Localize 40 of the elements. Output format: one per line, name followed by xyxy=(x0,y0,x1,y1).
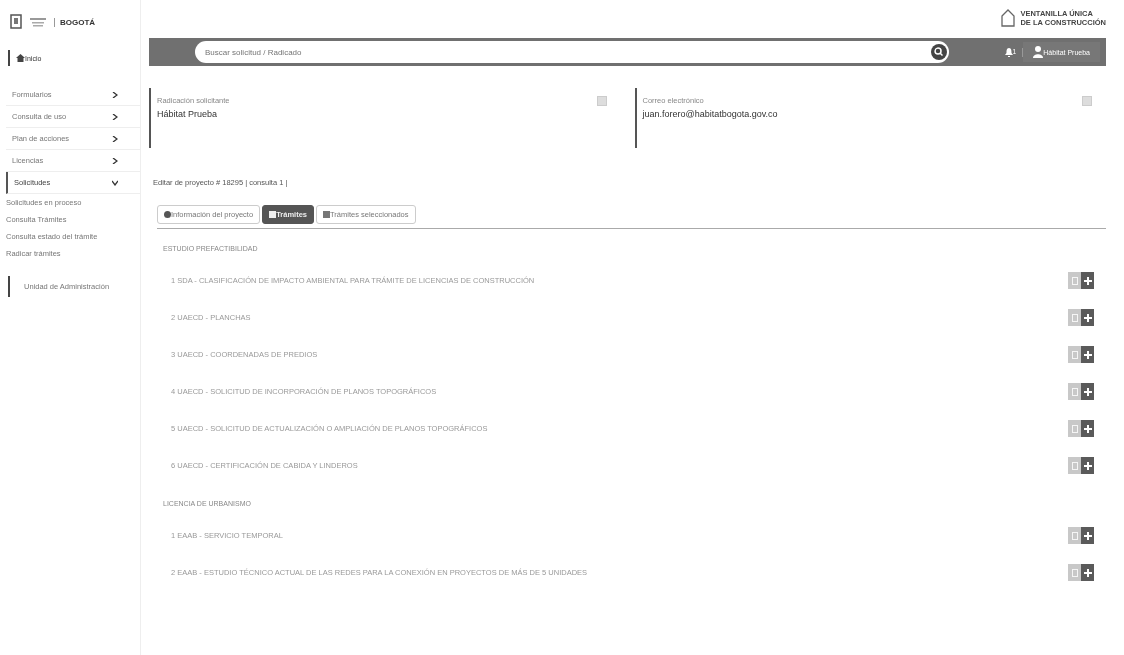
field-value: juan.forero@habitatbogota.gov.co xyxy=(642,109,778,119)
chevron-right-icon xyxy=(112,91,118,98)
bell-icon xyxy=(1004,47,1013,57)
document-icon xyxy=(1071,568,1078,577)
document-icon xyxy=(1071,350,1078,359)
plus-icon xyxy=(1083,313,1092,322)
home-icon xyxy=(16,54,25,62)
add-button[interactable] xyxy=(1081,383,1094,400)
chevron-right-icon xyxy=(112,157,118,164)
add-button[interactable] xyxy=(1081,272,1094,289)
document-icon xyxy=(1071,387,1078,396)
user-icon xyxy=(1033,46,1044,58)
info-icon xyxy=(164,211,171,218)
plus-icon xyxy=(1083,424,1092,433)
plus-icon xyxy=(1083,276,1092,285)
chevron-right-icon xyxy=(112,113,118,120)
field-value: Hábitat Prueba xyxy=(157,109,219,119)
document-icon xyxy=(1071,531,1078,540)
plus-icon xyxy=(1083,350,1092,359)
chevron-right-icon xyxy=(112,135,118,142)
chevron-down-icon xyxy=(112,179,118,186)
add-button[interactable] xyxy=(1081,346,1094,363)
document-icon xyxy=(1071,276,1078,285)
add-button[interactable] xyxy=(1081,420,1094,437)
plus-icon xyxy=(1083,568,1092,577)
add-button[interactable] xyxy=(1081,527,1094,544)
document-icon xyxy=(1071,461,1078,470)
crest-icon xyxy=(10,14,22,30)
add-button[interactable] xyxy=(1081,564,1094,581)
plus-icon xyxy=(1083,531,1092,540)
city-logo-text: BOGOTÁ xyxy=(54,17,96,27)
add-button[interactable] xyxy=(1081,457,1094,474)
search-field[interactable]: Buscar solicitud / Radicado xyxy=(195,41,931,63)
document-icon xyxy=(1071,313,1078,322)
plus-icon xyxy=(1083,387,1092,396)
house-icon xyxy=(1000,9,1017,27)
plus-icon xyxy=(1083,461,1092,470)
add-button[interactable] xyxy=(1081,309,1094,326)
logo-mark-icon xyxy=(30,17,46,27)
document-icon xyxy=(1071,424,1078,433)
